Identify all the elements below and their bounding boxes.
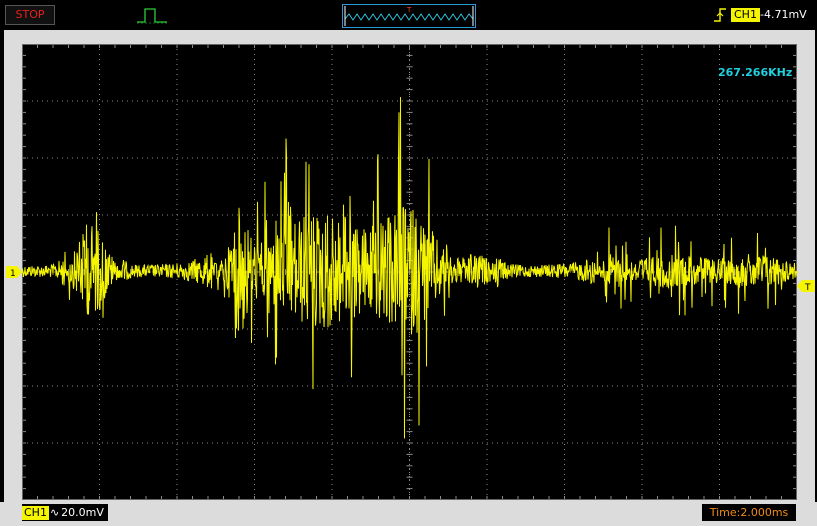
status-bar [0, 502, 817, 526]
waveform-overview[interactable]: T [342, 4, 476, 28]
pulse-trigger-icon[interactable] [135, 4, 171, 26]
overview-trigger-marker: T [406, 6, 412, 14]
channel1-settings[interactable]: CH1 ∿ 20.0mV [22, 504, 108, 521]
waveform-canvas [21, 43, 798, 501]
waveform-display[interactable] [21, 43, 798, 501]
overview-wave-icon: T [344, 6, 474, 26]
rising-edge-icon [714, 8, 726, 22]
trigger-marker-label: T [804, 283, 811, 292]
top-toolbar: STOP T CH1 -4.71mV [0, 0, 817, 30]
volts-per-div: 20.0mV [61, 506, 104, 519]
timebase-readout[interactable]: Time:2.000ms [702, 504, 796, 521]
channel1-badge: CH1 [22, 505, 49, 520]
frequency-readout: 267.266KHz [718, 66, 793, 79]
trigger-level-marker-icon[interactable]: T [797, 280, 815, 292]
trigger-source-badge: CH1 [731, 8, 760, 22]
trigger-level: -4.71mV [760, 8, 807, 21]
ac-coupling-icon: ∿ [49, 506, 60, 519]
run-stop-button[interactable]: STOP [5, 5, 55, 25]
channel1-marker-label: 1 [10, 269, 16, 278]
channel1-marker-icon[interactable]: 1 [6, 266, 22, 278]
